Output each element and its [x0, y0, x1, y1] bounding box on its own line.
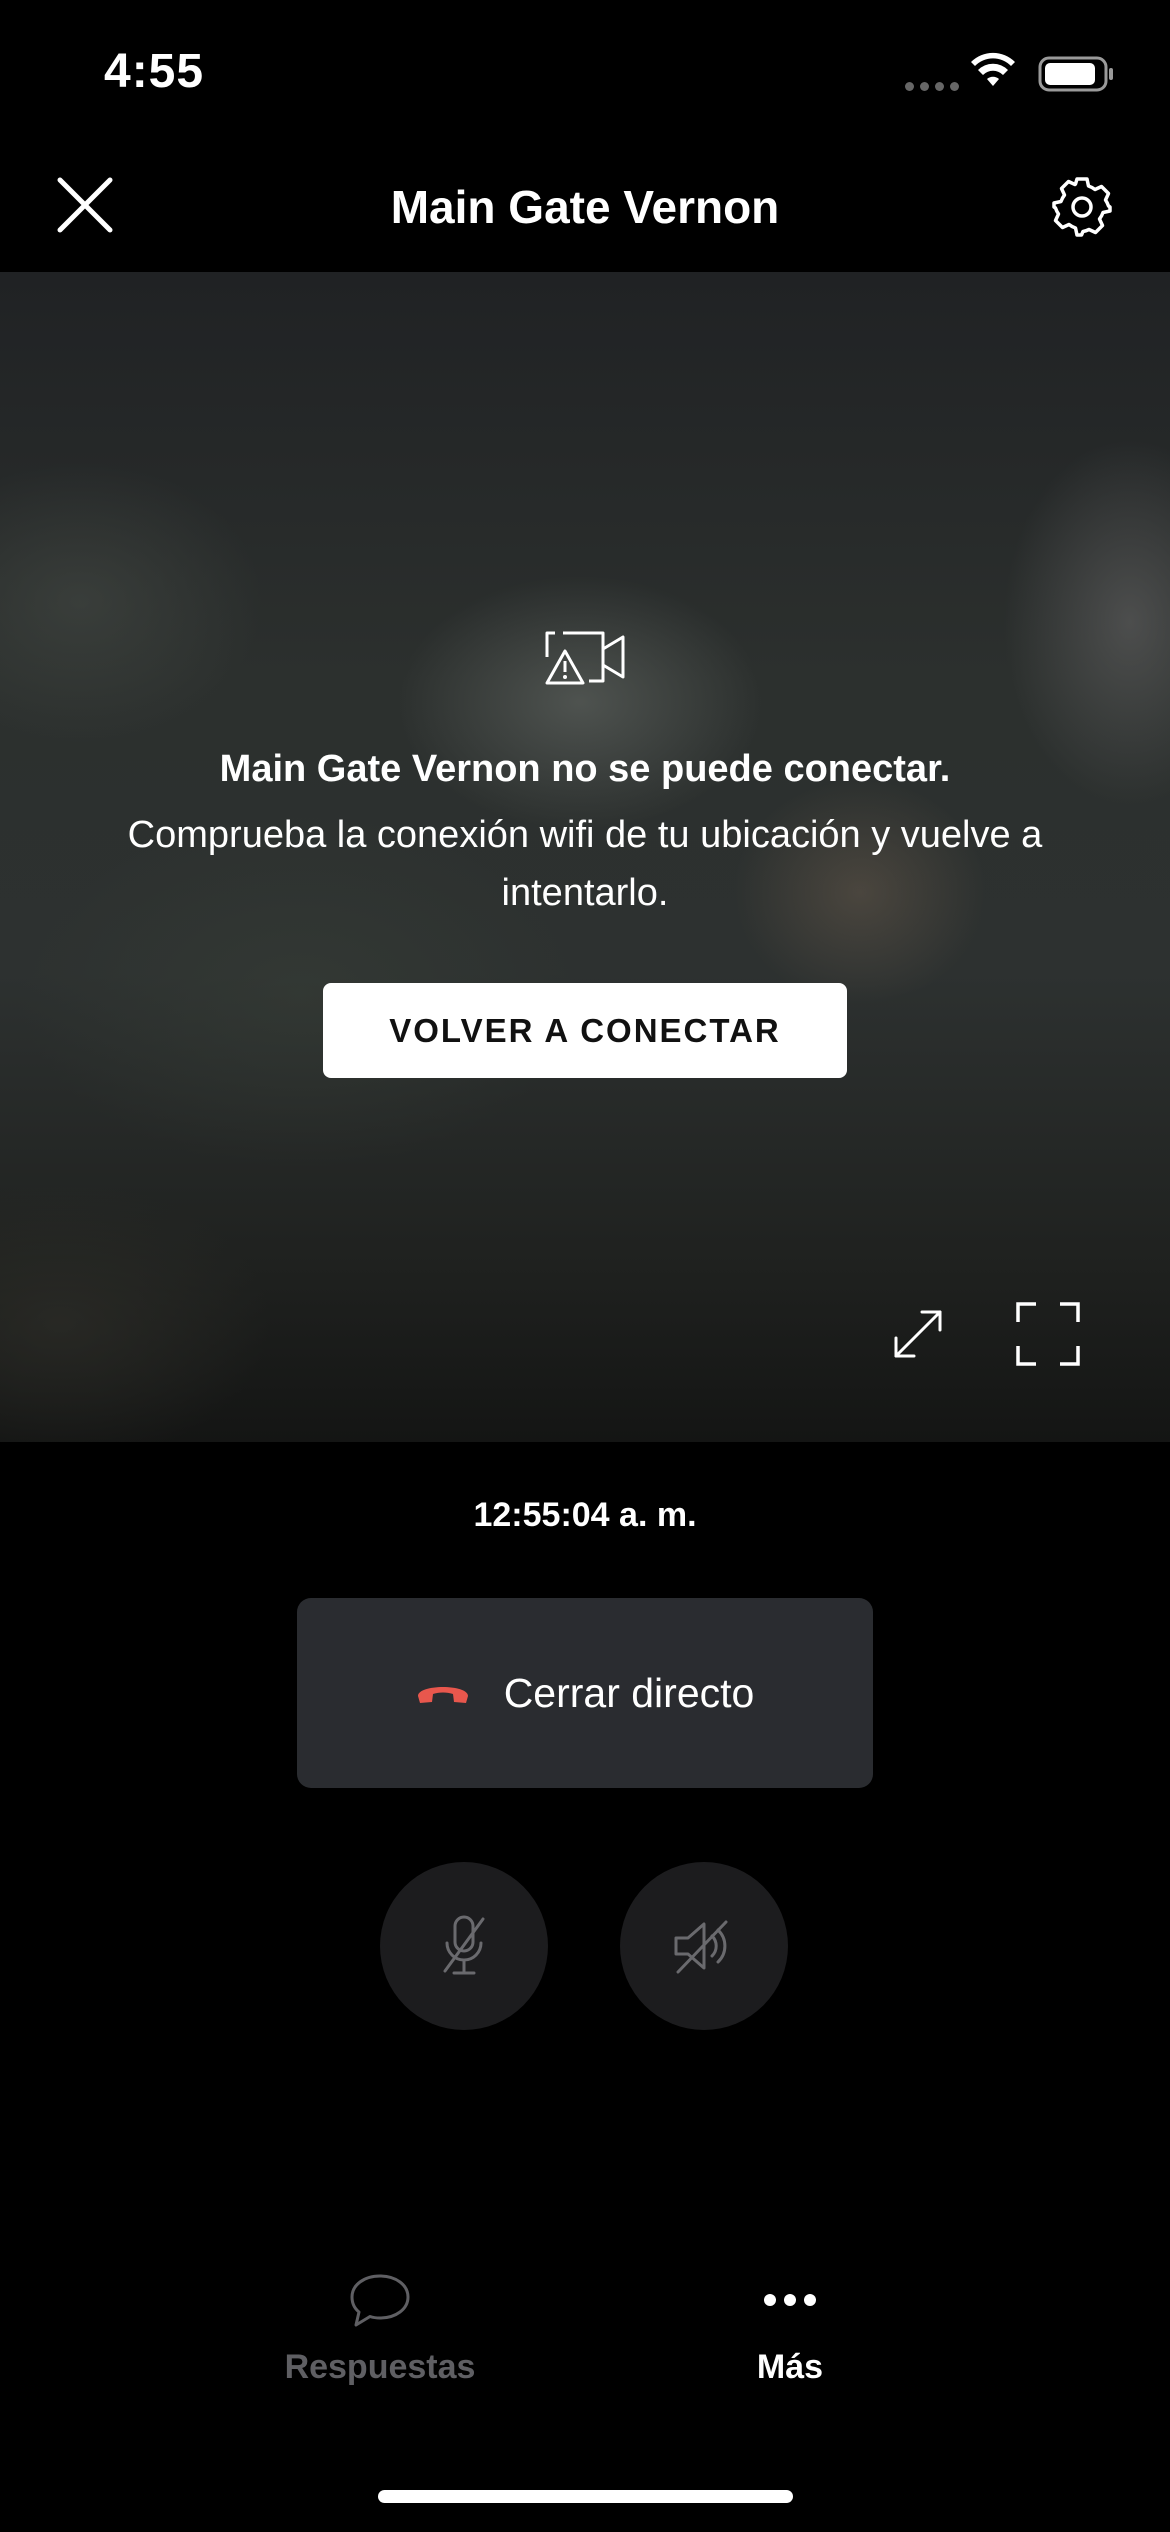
speaker-off-icon	[674, 1920, 728, 1974]
end-live-button[interactable]: Cerrar directo	[297, 1598, 873, 1788]
mic-toggle-button[interactable]	[380, 1862, 548, 2030]
reconnect-button[interactable]: VOLVER A CONECTAR	[323, 983, 847, 1078]
tab-bar: Respuestas Más	[0, 2260, 1170, 2420]
fullscreen-icon[interactable]	[1016, 1302, 1080, 1366]
tab-more[interactable]: Más	[640, 2260, 940, 2387]
status-time: 4:55	[104, 45, 205, 98]
timestamp: 12:55:04 a. m.	[473, 1496, 697, 1534]
battery-icon	[1038, 56, 1113, 92]
mic-off-icon	[443, 1915, 485, 1975]
more-dots-icon	[764, 2294, 816, 2306]
error-message: Comprueba la conexión wifi de tu ubicaci…	[127, 814, 1043, 914]
status-bar: 4:55	[0, 0, 1170, 150]
error-title: Main Gate Vernon no se puede conectar.	[219, 748, 951, 790]
page-title: Main Gate Vernon	[390, 181, 780, 233]
gear-icon[interactable]	[1050, 175, 1114, 239]
phone-hangup-icon	[417, 1687, 468, 1703]
wifi-icon	[971, 52, 1015, 86]
speaker-toggle-button[interactable]	[620, 1862, 788, 2030]
cellular-signal-icon	[905, 82, 959, 91]
tab-label: Respuestas	[284, 2348, 476, 2386]
home-indicator[interactable]	[378, 2490, 793, 2503]
expand-arrows-icon[interactable]	[890, 1306, 946, 1362]
video-off-warning-icon	[545, 631, 625, 685]
video-feed: Main Gate Vernon no se puede conectar. C…	[0, 272, 1170, 1442]
end-live-label: Cerrar directo	[503, 1669, 755, 1716]
chat-bubble-icon	[350, 2274, 410, 2327]
tab-responses[interactable]: Respuestas	[230, 2260, 530, 2387]
tab-label: Más	[756, 2348, 824, 2386]
header: Main Gate Vernon	[0, 150, 1170, 272]
